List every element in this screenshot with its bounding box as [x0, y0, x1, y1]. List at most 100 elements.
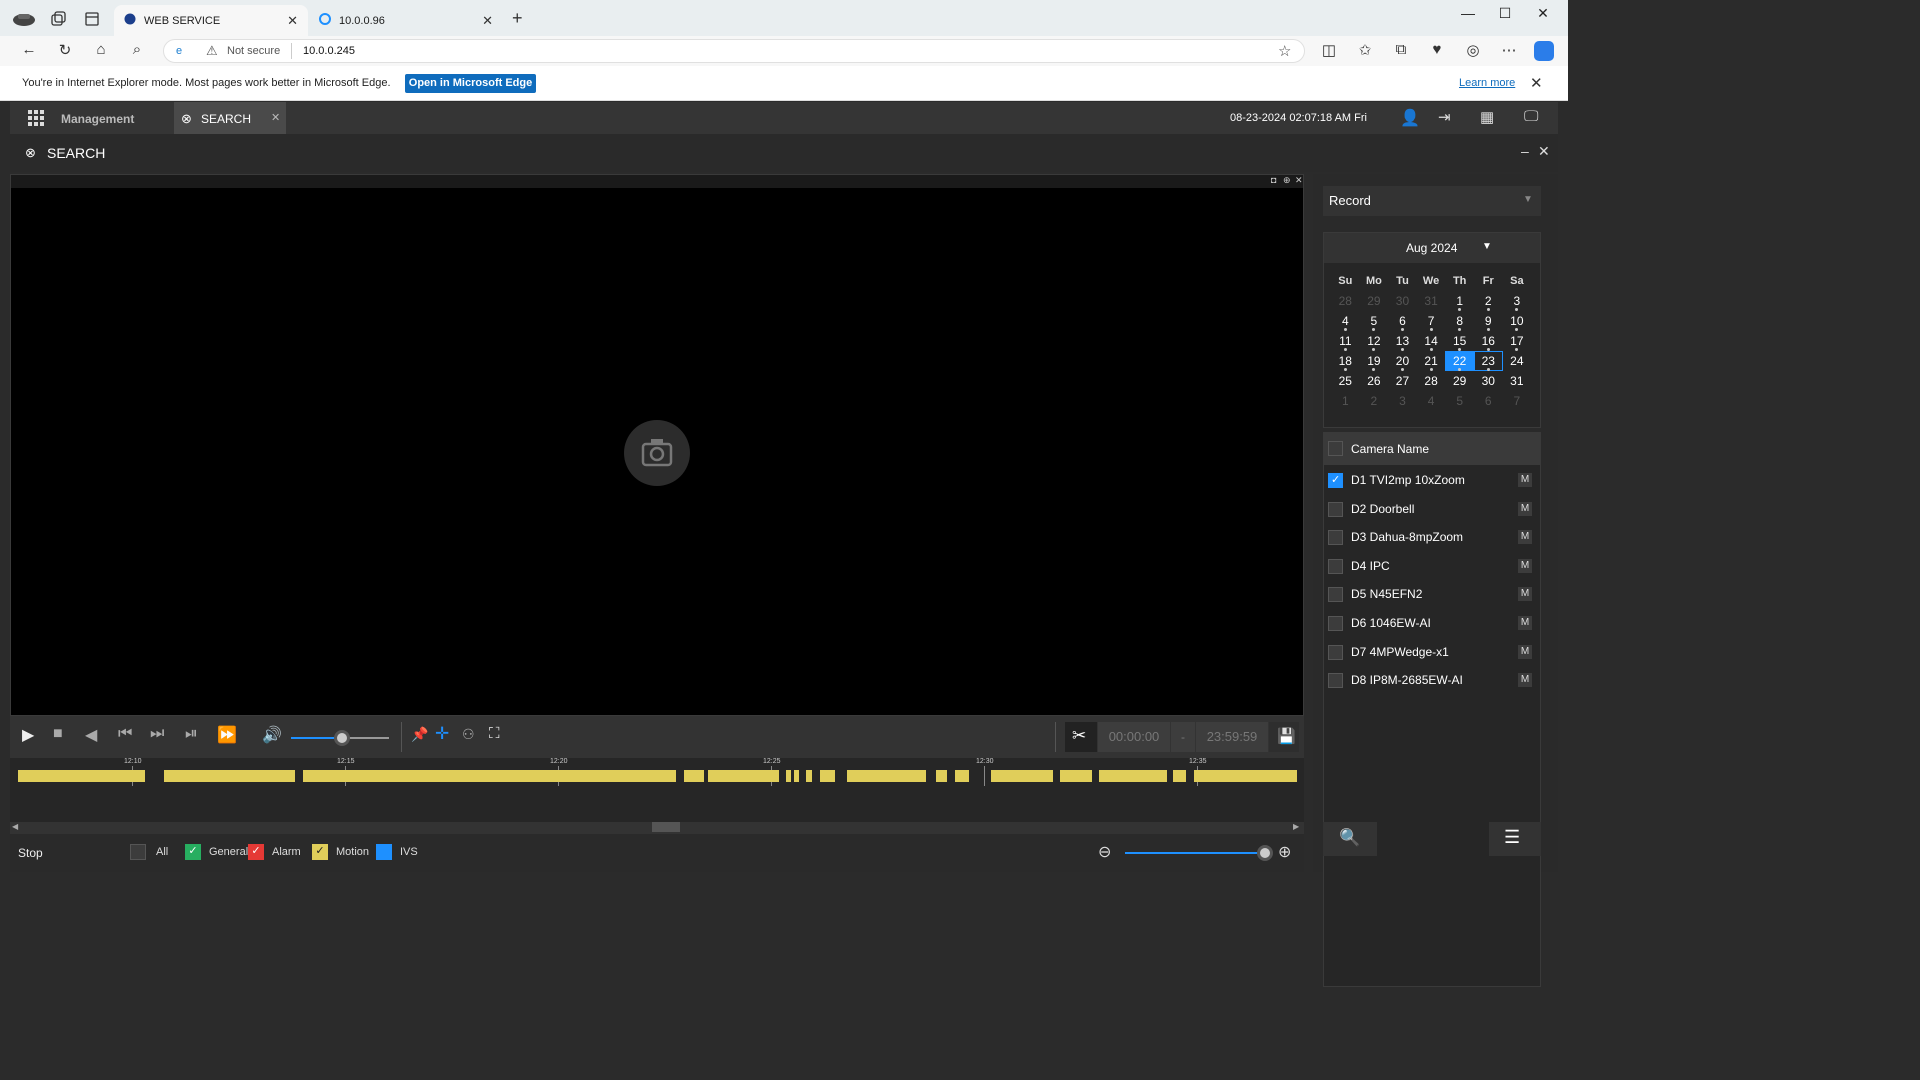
camera-checkbox[interactable] — [1328, 673, 1343, 689]
main-stream-button[interactable]: M — [1518, 673, 1532, 688]
timeline[interactable]: 12:10 12:15 12:20 12:25 12:30 12:35 ◀ ▶ — [10, 758, 1304, 834]
maximize-icon[interactable]: ☐ — [1488, 5, 1522, 25]
calendar-month[interactable]: Aug 2024 — [1406, 241, 1457, 255]
record-type-select[interactable]: Record ▼ — [1323, 186, 1541, 216]
learn-more-link[interactable]: Learn more — [1459, 77, 1515, 89]
zoom-out-icon[interactable]: ⊖ — [1098, 842, 1111, 862]
open-in-edge-button[interactable]: Open in Microsoft Edge — [405, 74, 536, 93]
tab-10-0-0-96[interactable]: 10.0.0.96 ✕ — [309, 5, 503, 36]
volume-handle[interactable] — [334, 730, 350, 746]
calendar-day[interactable]: 25 — [1331, 371, 1360, 391]
copilot-sidebar-icon[interactable]: ◎ — [1462, 41, 1484, 61]
ie-mode-icon[interactable]: e — [176, 45, 182, 57]
camera-checkbox[interactable] — [1328, 616, 1343, 631]
camera-row[interactable]: D4 IPC M — [1324, 552, 1549, 580]
minimize-panel-icon[interactable]: – — [1521, 143, 1529, 159]
camera-row[interactable]: D5 N45EFN2 M — [1324, 580, 1549, 608]
stop-icon[interactable]: ■ — [53, 725, 63, 743]
refresh-icon[interactable]: ↻ — [54, 41, 76, 61]
calendar-day[interactable]: 11 — [1331, 331, 1360, 351]
management-tab[interactable]: Management — [61, 112, 134, 126]
calendar-day[interactable]: 28 — [1417, 371, 1446, 391]
all-checkbox[interactable] — [130, 844, 146, 860]
record-segment[interactable] — [820, 770, 835, 782]
ptz-icon[interactable]: ✛ — [435, 724, 449, 744]
record-segment[interactable] — [1194, 770, 1297, 782]
calendar-day[interactable]: 12 — [1360, 331, 1389, 351]
close-window-icon[interactable]: ✕ — [1526, 5, 1560, 25]
calendar-day[interactable]: 7 — [1417, 311, 1446, 331]
calendar-day[interactable]: 30 — [1474, 371, 1503, 391]
play-backward-icon[interactable]: ◀ — [85, 725, 97, 745]
snapshot-icon[interactable]: ◘ — [1271, 175, 1276, 185]
camera-checkbox[interactable] — [1328, 558, 1343, 574]
calendar-day[interactable]: 18 — [1331, 351, 1360, 371]
search-icon[interactable]: ⌕ — [126, 41, 148, 61]
scroll-left-icon[interactable]: ◀ — [12, 822, 18, 831]
next-frame-icon[interactable]: ⏭ — [150, 725, 164, 743]
calendar-day[interactable]: 8 — [1445, 311, 1474, 331]
favorite-star-icon[interactable]: ☆ — [1278, 42, 1291, 60]
tag-icon[interactable]: 📌 — [411, 726, 428, 743]
select-all-checkbox[interactable] — [1328, 441, 1343, 456]
camera-checkbox[interactable]: ✓ — [1328, 473, 1343, 488]
tab-web-service[interactable]: WEB SERVICE ✕ — [114, 5, 308, 36]
calendar-day[interactable]: 17 — [1503, 331, 1532, 351]
calendar-day[interactable]: 3 — [1503, 291, 1532, 311]
profile-icon[interactable] — [12, 9, 36, 27]
camera-row[interactable]: D7 4MPWedge-x1 M — [1324, 638, 1549, 666]
list-view-button[interactable]: ☰ — [1489, 822, 1541, 856]
record-segment[interactable] — [806, 770, 812, 782]
zoom-in-icon[interactable]: ⊕ — [1278, 842, 1291, 862]
search-app-tab[interactable]: ⊗ SEARCH ✕ — [174, 102, 286, 134]
save-clip-button[interactable]: 💾 — [1269, 722, 1299, 752]
motion-checkbox[interactable]: ✓ — [312, 844, 328, 860]
calendar-day[interactable]: 15 — [1445, 331, 1474, 351]
close-banner-icon[interactable]: ✕ — [1530, 74, 1543, 92]
calendar-day[interactable]: 26 — [1360, 371, 1389, 391]
main-stream-button[interactable]: M — [1518, 616, 1532, 630]
main-stream-button[interactable]: M — [1518, 587, 1532, 602]
timeline-scrollbar[interactable]: ◀ ▶ — [10, 822, 1304, 834]
calendar-day[interactable]: 31 — [1503, 371, 1532, 391]
smart-search-button[interactable]: 🔍 — [1323, 822, 1377, 856]
home-icon[interactable]: ⌂ — [90, 41, 112, 61]
camera-checkbox[interactable] — [1328, 501, 1343, 517]
close-search-tab-icon[interactable]: ✕ — [271, 111, 280, 124]
previous-frame-icon[interactable]: ⏮ — [118, 725, 132, 743]
browser-essentials-icon[interactable]: ♥ — [1426, 41, 1448, 61]
close-panel-icon[interactable]: ✕ — [1538, 143, 1550, 160]
collections-icon[interactable]: ⧉ — [1390, 41, 1412, 61]
record-segment[interactable] — [303, 770, 676, 782]
main-stream-button[interactable]: M — [1518, 530, 1532, 545]
calendar-day[interactable]: 5 — [1360, 311, 1389, 331]
workspaces-icon[interactable] — [50, 11, 66, 27]
scroll-thumb[interactable] — [652, 822, 680, 832]
main-stream-button[interactable]: M — [1518, 558, 1532, 573]
timeline-zoom-slider[interactable] — [1125, 845, 1273, 861]
record-segment[interactable] — [991, 770, 1053, 782]
camera-row[interactable]: D3 Dahua-8mpZoom M — [1324, 523, 1549, 551]
camera-checkbox[interactable] — [1328, 530, 1343, 546]
person-search-icon[interactable]: ⚇ — [462, 726, 475, 743]
url-text[interactable]: 10.0.0.245 — [303, 45, 355, 57]
calendar-day[interactable]: 14 — [1417, 331, 1446, 351]
calendar-day[interactable]: 9 — [1474, 311, 1503, 331]
record-segment[interactable] — [18, 770, 145, 782]
calendar-day[interactable]: 19 — [1360, 351, 1389, 371]
close-tab-icon[interactable]: ✕ — [482, 13, 493, 29]
calendar-day[interactable]: 21 — [1417, 351, 1446, 371]
calendar-day[interactable]: 1 — [1445, 291, 1474, 311]
camera-row[interactable]: D8 IP8M-2685EW-AI M — [1324, 666, 1549, 694]
step-icon[interactable]: ⏯ — [185, 725, 198, 743]
calendar-day[interactable]: 22 — [1445, 351, 1474, 371]
main-stream-button[interactable]: M — [1518, 473, 1532, 487]
record-segment[interactable] — [684, 770, 704, 782]
minimize-icon[interactable]: — — [1451, 5, 1485, 25]
back-icon[interactable]: ← — [18, 41, 40, 61]
calendar-day[interactable]: 23 — [1473, 351, 1503, 371]
record-segment[interactable] — [1060, 770, 1092, 782]
calendar-day[interactable]: 24 — [1503, 351, 1532, 371]
calendar-day[interactable]: 6 — [1388, 311, 1417, 331]
camera-row[interactable]: D6 1046EW-AI M — [1324, 609, 1549, 637]
